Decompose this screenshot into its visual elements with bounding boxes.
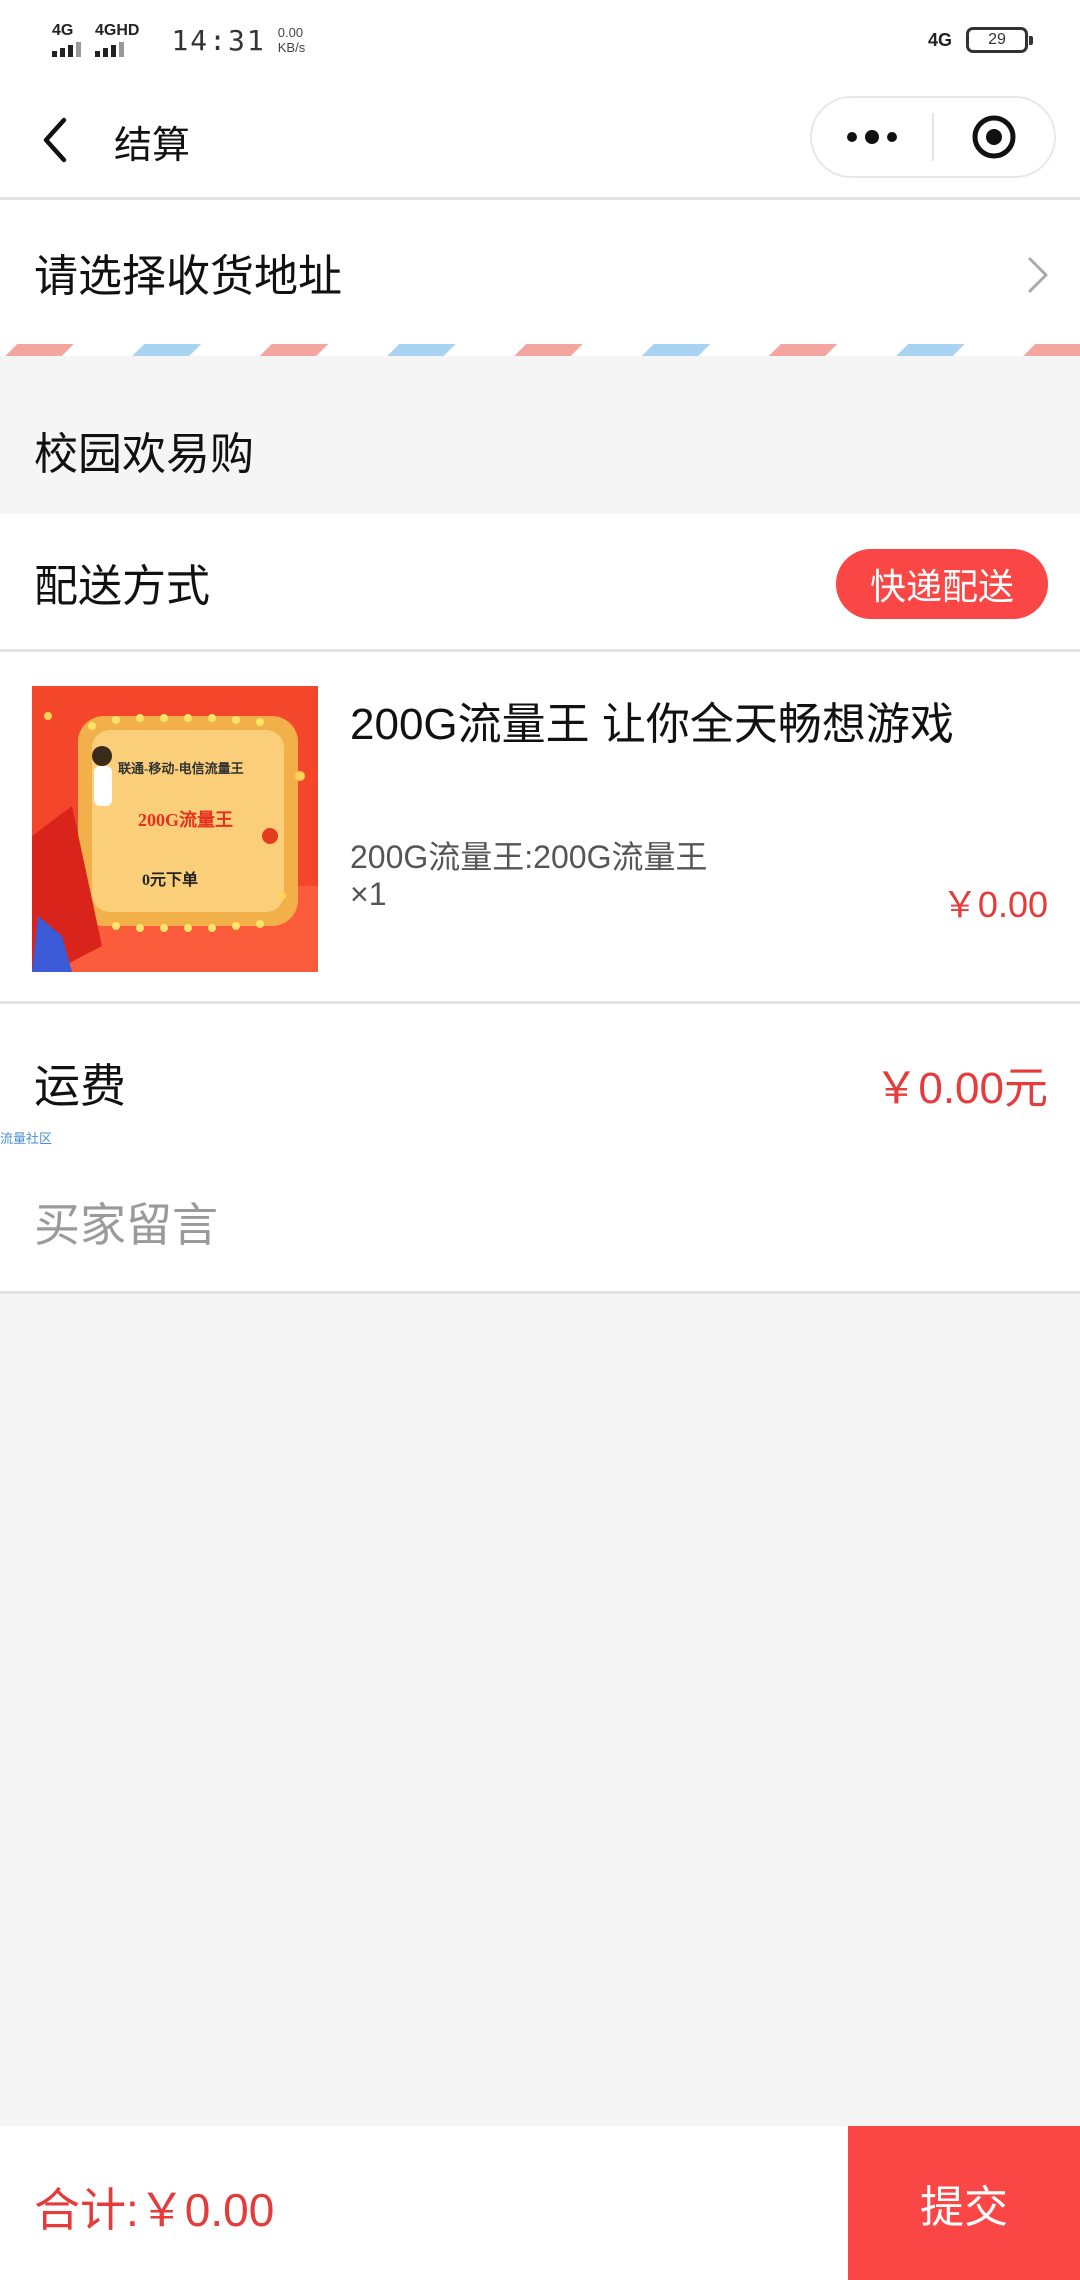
status-bar: 4G 4GHD 14:31 0.00 KB/s 4G 29 bbox=[0, 0, 1080, 80]
cell-signal-1: 4G bbox=[52, 23, 81, 57]
product-image-text-2: 200G流量王 bbox=[138, 810, 234, 830]
net-speed-unit: KB/s bbox=[277, 40, 306, 55]
store-header: 校园欢易购 bbox=[0, 386, 1080, 514]
battery-icon: 29 bbox=[966, 27, 1033, 53]
delivery-method-label: 配送方式 bbox=[34, 561, 210, 611]
delivery-method-badge[interactable]: 快递配送 bbox=[835, 549, 1048, 619]
signal-bars-icon bbox=[95, 41, 124, 57]
shipping-fee-label: 运费 bbox=[34, 1060, 126, 1112]
back-arrow-icon[interactable] bbox=[36, 114, 76, 166]
order-total: 合计:￥0.00 bbox=[34, 2184, 275, 2236]
net-speed-value: 0.00 bbox=[277, 25, 304, 40]
checkout-footer: 合计:￥0.00 提交 bbox=[0, 2126, 1080, 2280]
product-price: ￥0.00 bbox=[941, 884, 1048, 925]
signal-bars-icon bbox=[52, 41, 81, 57]
product-title: 200G流量王 让你全天畅想游戏 bbox=[350, 700, 954, 749]
submit-order-button[interactable]: 提交 bbox=[848, 2126, 1080, 2280]
shipping-fee-value: ￥0.00元 bbox=[874, 1064, 1048, 1113]
watermark-text: 流量社区 bbox=[0, 1131, 53, 1146]
select-address-row[interactable]: 请选择收货地址 bbox=[0, 200, 1080, 344]
product-spec: 200G流量王:200G流量王 bbox=[350, 839, 708, 875]
product-image-text-3: 0元下单 bbox=[142, 872, 199, 889]
net-speed: 0.00 KB/s bbox=[278, 25, 305, 55]
target-icon bbox=[972, 115, 1016, 159]
mini-program-capsule bbox=[810, 96, 1056, 178]
nav-bar: 结算 bbox=[0, 80, 1080, 200]
signal-2-label: 4GHD bbox=[95, 22, 140, 39]
product-image: 联通-移动-电信流量王 200G流量王 0元下单 bbox=[32, 686, 318, 972]
chevron-right-icon bbox=[1026, 255, 1050, 295]
battery-level: 29 bbox=[988, 31, 1006, 48]
select-address-label: 请选择收货地址 bbox=[34, 252, 342, 301]
envelope-stripe-divider bbox=[0, 344, 1080, 356]
product-item[interactable]: 联通-移动-电信流量王 200G流量王 0元下单 200G流量王 让你全天畅想游… bbox=[0, 652, 1080, 1004]
product-quantity: ×1 bbox=[350, 876, 387, 912]
shipping-fee-row: 运费 ￥0.00元 bbox=[0, 1004, 1080, 1154]
close-miniprogram-button[interactable] bbox=[934, 98, 1054, 176]
buyer-message-row bbox=[0, 1154, 1080, 1294]
clock: 14:31 bbox=[171, 23, 266, 57]
product-image-text-1: 联通-移动-电信流量王 bbox=[118, 761, 244, 776]
store-name: 校园欢易购 bbox=[34, 430, 254, 479]
more-dots-icon bbox=[847, 130, 897, 144]
buyer-message-input[interactable] bbox=[34, 1180, 1044, 1270]
signal-1-label: 4G bbox=[52, 22, 74, 39]
network-type: 4G bbox=[927, 29, 952, 50]
delivery-method-row: 配送方式 快递配送 bbox=[0, 514, 1080, 652]
checkout-page: 4G 4GHD 14:31 0.00 KB/s 4G 29 结算 请选择收货地址… bbox=[0, 0, 1080, 2280]
page-title: 结算 bbox=[114, 125, 191, 167]
more-button[interactable] bbox=[812, 98, 932, 176]
status-right: 4G 29 bbox=[927, 27, 1033, 53]
cell-signal-2: 4GHD bbox=[95, 23, 139, 57]
